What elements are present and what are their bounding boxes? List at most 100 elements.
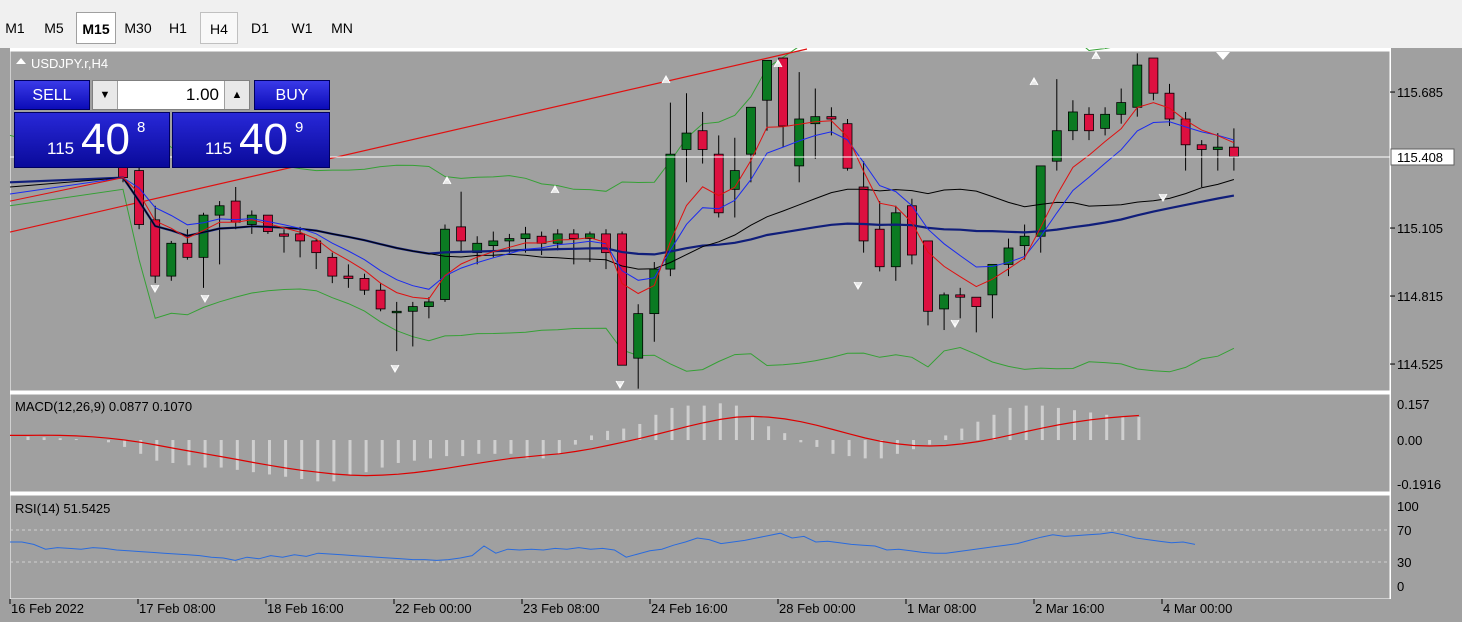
buy-button[interactable]: BUY [254,80,330,110]
timeframe-m30[interactable]: M30 [118,12,158,44]
candle-body [150,219,161,277]
lot-size-box: ▼ ▲ [92,80,250,110]
symbol-label: USDJPY.r,H4 [31,56,108,71]
macd-axis-label: 0.157 [1397,397,1430,412]
time-axis-label: 2 Mar 16:00 [1035,601,1104,616]
time-axis-label: 22 Feb 00:00 [395,601,472,616]
time-axis-label: 28 Feb 00:00 [779,601,856,616]
lot-increase-button[interactable]: ▲ [224,81,249,109]
time-axis-label: 4 Mar 00:00 [1163,601,1232,616]
price-axis-label: 115.105 [1397,221,1443,236]
timeframe-m15[interactable]: M15 [76,12,116,44]
candle-body [858,186,869,242]
buy-price-box[interactable]: 115 40 9 [172,112,330,168]
sell-button[interactable]: SELL [14,80,90,110]
candle-body [504,238,515,242]
time-axis-label: 23 Feb 08:00 [523,601,600,616]
timeframe-h1[interactable]: H1 [160,12,196,44]
candle-body [327,256,338,277]
candle-body [375,289,386,310]
candle-body [407,306,418,312]
buy-price-big: 40 [239,115,288,164]
rsi-axis-label: 30 [1397,555,1411,570]
timeframe-toolbar: M1 M5 M15 M30 H1 H4 D1 W1 MN [0,0,1462,49]
time-axis-label: 24 Feb 16:00 [651,601,728,616]
candle-body [778,57,788,127]
candle-body [1100,113,1110,129]
candle-body [874,228,885,268]
candle-body [423,301,434,307]
rsi-axis-label: 70 [1397,523,1411,538]
timeframe-m5[interactable]: M5 [36,12,72,44]
candle-body [842,123,853,169]
candle-body [746,106,756,155]
current-price-label: 115.408 [1397,150,1443,165]
candle-body [971,296,982,307]
buy-price-prefix: 115 [205,139,233,158]
price-axis-label: 115.685 [1397,85,1443,100]
candle-body [1212,146,1223,150]
candle-body [762,59,772,101]
candle-body [1196,144,1207,150]
candle-body [681,132,692,150]
sell-price-box[interactable]: 115 40 8 [14,112,170,168]
price-axis-label: 114.815 [1397,289,1443,304]
time-axis-bar [0,599,1462,622]
candle-body [955,294,966,298]
candle-body [826,116,837,120]
candle-body [1132,64,1143,108]
candle-body [391,310,402,314]
candle-body [311,240,322,254]
macd-pane [9,393,1391,493]
timeframe-m1[interactable]: M1 [0,12,30,44]
candle-body [166,242,177,277]
candle-body [279,233,289,237]
lot-size-input[interactable] [121,83,221,107]
macd-label: MACD(12,26,9) 0.0877 0.1070 [15,399,192,414]
sell-price-sup: 8 [137,119,146,136]
timeframe-h4[interactable]: H4 [200,12,238,44]
timeframe-w1[interactable]: W1 [282,12,322,44]
candle-body [182,242,193,258]
candle-body [1116,102,1127,115]
macd-axis-label: -0.1916 [1397,477,1441,492]
candle-body [890,212,901,268]
candle-body [617,233,627,366]
candle-body [1180,118,1191,146]
candle-body [295,233,306,242]
candle-body [456,226,467,242]
timeframe-d1[interactable]: D1 [242,12,278,44]
rsi-label: RSI(14) 51.5425 [15,501,110,516]
time-axis-label: 17 Feb 08:00 [139,601,216,616]
candle-body [1084,113,1094,132]
candle-body [939,294,949,310]
rsi-pane [9,494,1391,600]
macd-axis-label: 0.00 [1397,433,1422,448]
candle-body [214,205,225,216]
time-axis-label: 18 Feb 16:00 [267,601,344,616]
price-axis-label: 114.525 [1397,357,1443,372]
candle-body [1164,92,1175,120]
candle-body [440,228,450,300]
candle-body [488,240,499,247]
candle-body [1019,235,1030,247]
candle-body [907,205,917,256]
candle-body [343,275,354,279]
candle-body [1148,57,1159,94]
chart-window: 0.157 0.00 -0.1916 100 70 30 0 115.685 115.105… [0,48,1462,622]
candle-body [568,233,579,239]
timeframe-mn[interactable]: MN [324,12,360,44]
sell-price-prefix: 115 [47,139,75,158]
candle-body [552,233,563,244]
sell-price-big: 40 [81,115,130,164]
time-axis-label: 1 Mar 08:00 [907,601,976,616]
time-axis-label: 16 Feb 2022 [11,601,84,616]
candle-body [697,130,708,150]
price-axis-bar [1391,48,1462,599]
rsi-axis-label: 0 [1397,579,1404,594]
candle-body [633,313,644,359]
one-click-trading-panel: SELL ▼ ▲ BUY 115 40 8 115 40 9 [14,80,330,168]
lot-decrease-button[interactable]: ▼ [93,81,118,109]
candle-body [1229,146,1239,157]
buy-price-sup: 9 [295,119,304,136]
